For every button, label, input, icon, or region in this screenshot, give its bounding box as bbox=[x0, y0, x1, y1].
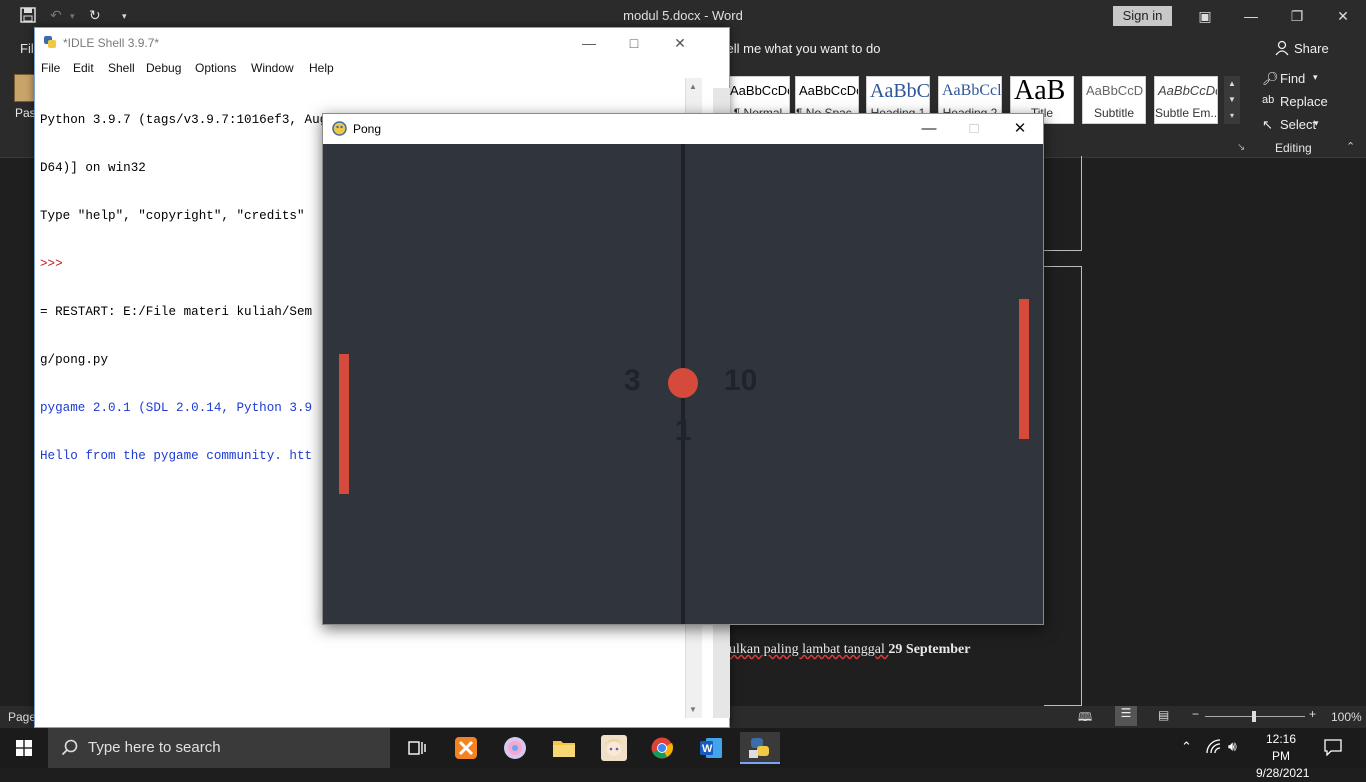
idle-window-title: *IDLE Shell 3.9.7* bbox=[63, 36, 160, 50]
start-button[interactable] bbox=[0, 728, 48, 768]
page-edge-right bbox=[1044, 266, 1082, 706]
ball bbox=[668, 368, 698, 398]
styles-scroll-icon[interactable]: ▲ ▼ ▾ bbox=[1224, 76, 1240, 124]
tell-me-search[interactable]: Tell me what you want to do bbox=[720, 41, 880, 56]
page-edge-top bbox=[1044, 156, 1082, 251]
zoom-in-icon[interactable]: + bbox=[1309, 707, 1316, 721]
idle-menu-window[interactable]: Window bbox=[251, 61, 294, 75]
idle-close-icon[interactable]: ✕ bbox=[660, 32, 700, 54]
idle-menu-shell[interactable]: Shell bbox=[108, 61, 135, 75]
center-score: 1 bbox=[675, 414, 692, 447]
document-text-line: ulkan paling lambat tanggal 29 September bbox=[729, 642, 971, 657]
idle-menu-debug[interactable]: Debug bbox=[146, 61, 181, 75]
svg-text:W: W bbox=[702, 743, 713, 755]
pygame-icon bbox=[332, 121, 347, 141]
left-score: 3 bbox=[624, 364, 641, 397]
search-placeholder: Type here to search bbox=[88, 739, 221, 756]
editing-group-label: Editing bbox=[1275, 141, 1312, 155]
scroll-up-icon[interactable]: ▲ bbox=[689, 82, 697, 91]
idle-menu-options[interactable]: Options bbox=[195, 61, 236, 75]
search-icon bbox=[61, 739, 78, 756]
right-score: 10 bbox=[724, 364, 758, 397]
xampp-icon[interactable] bbox=[446, 732, 486, 764]
collapse-ribbon-icon[interactable]: ⌃ bbox=[1346, 140, 1355, 153]
taskbar-search-box[interactable]: Type here to search bbox=[48, 728, 390, 768]
notifications-icon[interactable] bbox=[1324, 738, 1342, 761]
pong-game-canvas[interactable]: 3 10 1 bbox=[323, 144, 1043, 624]
pong-maximize-icon: □ bbox=[969, 120, 979, 137]
chrome-icon[interactable] bbox=[642, 732, 682, 764]
python-idle-icon bbox=[43, 35, 57, 52]
style-subtle-emphasis[interactable]: AaBbCcDc Subtle Em... bbox=[1154, 76, 1218, 124]
python-icon[interactable] bbox=[740, 732, 780, 764]
file-explorer-icon[interactable] bbox=[544, 732, 584, 764]
pong-minimize-icon[interactable]: — bbox=[907, 118, 951, 140]
redo-icon[interactable]: ↻ bbox=[89, 7, 101, 24]
volume-icon[interactable]: 🔊︎ bbox=[1228, 738, 1237, 755]
zoom-level[interactable]: 100% bbox=[1331, 710, 1362, 724]
idle-maximize-icon[interactable]: □ bbox=[614, 32, 654, 54]
left-paddle bbox=[339, 354, 349, 494]
system-clock[interactable]: 12:16 PM 9/28/2021 bbox=[1256, 731, 1309, 782]
pong-titlebar: Pong — □ ✕ bbox=[323, 114, 1043, 144]
idle-minimize-icon[interactable]: — bbox=[569, 32, 609, 54]
select-cursor-icon[interactable]: ↖ bbox=[1262, 117, 1273, 133]
paste-icon[interactable] bbox=[14, 74, 36, 102]
undo-icon[interactable]: ↶ bbox=[50, 7, 62, 24]
taskbar: Type here to search W ⌃ 🔊︎ 12:16 PM 9/28… bbox=[0, 728, 1366, 780]
clock-time: 12:16 PM bbox=[1265, 732, 1297, 763]
save-icon[interactable] bbox=[20, 7, 36, 26]
pong-close-icon[interactable]: ✕ bbox=[998, 118, 1042, 140]
idle-menu-help[interactable]: Help bbox=[309, 61, 334, 75]
select-dropdown-icon[interactable]: ▾ bbox=[1314, 118, 1319, 129]
sign-in-button[interactable]: Sign in bbox=[1113, 6, 1172, 26]
windows-icon bbox=[16, 740, 32, 756]
idle-titlebar: *IDLE Shell 3.9.7* — □ ✕ bbox=[35, 28, 729, 58]
undo-dropdown-icon[interactable]: ▾ bbox=[70, 11, 75, 22]
share-button[interactable]: Share bbox=[1294, 41, 1329, 56]
styles-launcher-icon[interactable]: ↘ bbox=[1237, 142, 1245, 153]
pong-window: Pong — □ ✕ 3 10 1 bbox=[322, 113, 1044, 625]
minimize-icon[interactable]: — bbox=[1228, 0, 1274, 32]
right-paddle bbox=[1019, 299, 1029, 439]
find-icon[interactable]: 🔎︎ bbox=[1262, 71, 1279, 87]
pong-window-title: Pong bbox=[353, 122, 382, 136]
scroll-down-icon[interactable]: ▼ bbox=[689, 705, 697, 714]
find-dropdown-icon[interactable]: ▾ bbox=[1313, 72, 1318, 83]
find-button[interactable]: Find bbox=[1280, 71, 1305, 86]
replace-icon[interactable]: ab bbox=[1262, 94, 1274, 106]
idle-menubar: File Edit Shell Debug Options Window Hel… bbox=[35, 58, 729, 78]
restore-icon[interactable]: ❐ bbox=[1274, 0, 1320, 32]
ribbon-display-icon[interactable]: ▣ bbox=[1182, 0, 1228, 32]
paste-label[interactable]: Pas bbox=[15, 106, 36, 120]
share-icon bbox=[1275, 40, 1289, 59]
word-icon[interactable]: W bbox=[691, 732, 731, 764]
replace-button[interactable]: Replace bbox=[1280, 94, 1328, 109]
anime-app-icon[interactable] bbox=[495, 732, 535, 764]
zoom-out-icon[interactable]: − bbox=[1192, 707, 1199, 721]
file-tab[interactable]: Fil bbox=[20, 41, 34, 56]
web-layout-icon[interactable]: ▤ bbox=[1158, 708, 1169, 722]
window-title: modul 5.docx - Word bbox=[623, 8, 743, 23]
idle-menu-file[interactable]: File bbox=[41, 61, 60, 75]
task-view-icon[interactable] bbox=[397, 732, 437, 764]
print-layout-icon[interactable]: ☰ bbox=[1115, 706, 1137, 726]
select-button[interactable]: Select bbox=[1280, 117, 1316, 132]
page-count[interactable]: Page bbox=[8, 710, 36, 724]
customize-qat-icon[interactable]: ▾ bbox=[122, 11, 127, 22]
show-hidden-icons-icon[interactable]: ⌃ bbox=[1181, 739, 1192, 755]
idle-menu-edit[interactable]: Edit bbox=[73, 61, 94, 75]
network-icon[interactable] bbox=[1206, 739, 1222, 760]
close-icon[interactable]: ✕ bbox=[1320, 0, 1366, 32]
character-app-icon[interactable] bbox=[593, 732, 633, 764]
style-subtitle[interactable]: AaBbCcD Subtitle bbox=[1082, 76, 1146, 124]
read-mode-icon[interactable]: 🕮︎ bbox=[1078, 708, 1092, 729]
zoom-slider-thumb[interactable] bbox=[1252, 711, 1256, 722]
